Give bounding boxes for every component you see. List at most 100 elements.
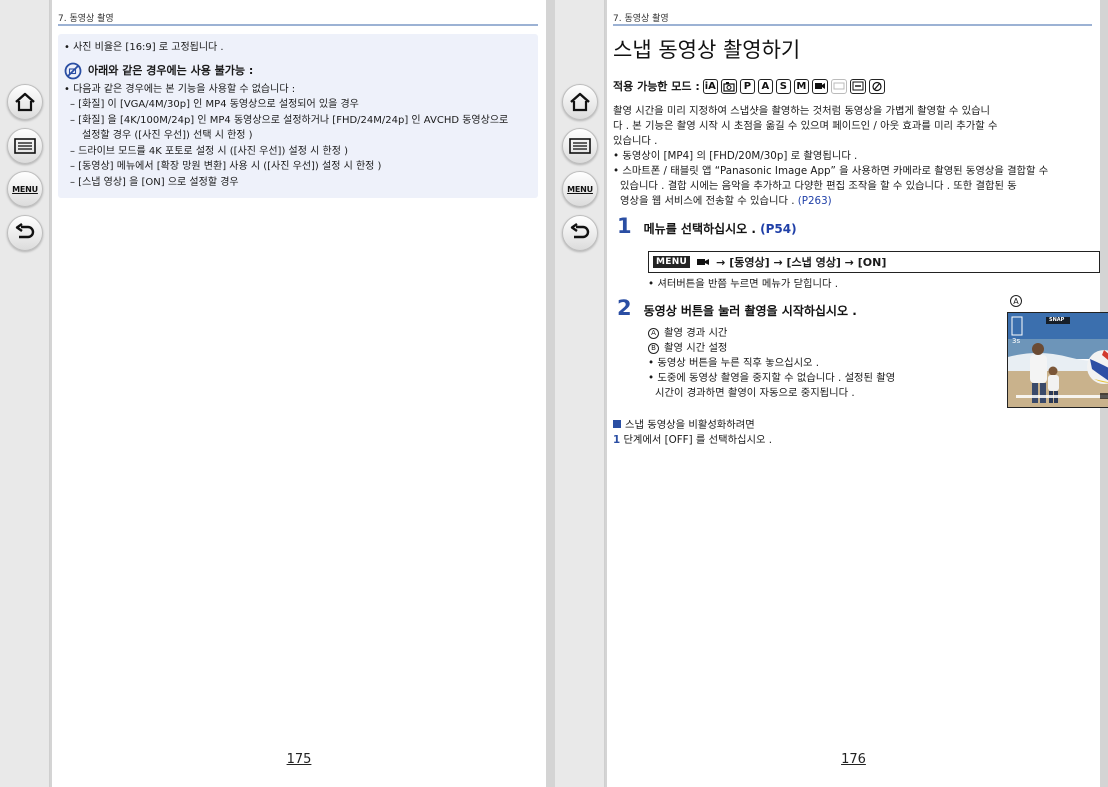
mode-scn-icon: [849, 78, 866, 94]
disable-step-number: 1: [613, 434, 621, 446]
note-line: • 동영상 버튼을 누른 직후 놓으십시오 .: [648, 357, 820, 369]
chapter-divider: [58, 24, 538, 26]
menu-path-box: MENU → [동영상] → [스냅 영상] → [ON]: [648, 251, 1100, 273]
prohibited-icon: [64, 62, 82, 79]
note-line: • 도중에 동영상 촬영을 중지할 수 없습니다 . 설정된 촬영: [648, 372, 896, 384]
mode-s-icon: S: [775, 78, 791, 94]
condition-item: – [동영상] 메뉴에서 [확장 망원 변환] 사용 시 ([사진 우선]) 설…: [70, 161, 382, 172]
home-icon: [570, 92, 590, 112]
condition-item: – [화질] 을 [4K/100M/24p] 인 MP4 동영상으로 설정하거나…: [70, 114, 509, 126]
disable-heading-text: 스냅 동영상을 비활성화하려면: [625, 419, 755, 431]
elapsed-time: 3s: [1012, 337, 1021, 345]
chapter-header: 7. 동영상 촬영: [613, 14, 669, 24]
menu-path: → [동영상] → [스냅 영상] → [ON]: [716, 256, 887, 269]
mode-p-icon: P: [739, 78, 755, 94]
intro-line: • 동영상이 [MP4] 의 [FHD/20M/30p] 로 촬영됩니다 .: [613, 150, 858, 162]
intro-line-with-link: 영상을 웹 서비스에 전송할 수 있습니다 . (P263): [613, 194, 1096, 209]
mode-creative-video-icon: [811, 78, 828, 94]
mode-creative-control-icon: [868, 78, 885, 94]
step1-note: • 셔터버튼을 반쯤 누르면 메뉴가 닫힙니다 .: [648, 277, 838, 292]
note-line: • 사진 비율은 [16:9] 로 고정됩니다 .: [64, 42, 224, 53]
legend-text: 촬영 시간 설정: [664, 342, 728, 354]
condition-item: – 드라이브 모드를 4K 포토로 설정 시 ([사진 우선]) 설정 시 한정…: [70, 145, 348, 157]
home-button[interactable]: [562, 84, 598, 120]
beach-photo: [1008, 313, 1108, 407]
legend-text: 촬영 경과 시간: [664, 327, 728, 339]
chapter-divider: [613, 24, 1092, 26]
square-bullet-icon: [613, 420, 621, 428]
menu-button[interactable]: MENU: [7, 171, 43, 207]
disable-step-text: 단계에서 [OFF] 를 선택하십시오 .: [623, 434, 773, 446]
video-menu-icon: [697, 259, 710, 265]
home-icon: [15, 92, 35, 112]
page-number[interactable]: 176: [607, 752, 1100, 767]
menu-tag: MENU: [653, 256, 691, 268]
step-1: 1 메뉴를 선택하십시오 . (P54): [617, 214, 797, 238]
page-176: 7. 동영상 촬영 스냅 동영상 촬영하기 적용 가능한 모드 : iA P A…: [607, 0, 1108, 787]
step-2: 2 동영상 버튼을 눌러 촬영을 시작하십시오 .: [617, 296, 857, 320]
step-text: 동영상 버튼을 눌러 촬영을 시작하십시오 .: [643, 304, 857, 318]
right-pane: MENU 7. 동영상 촬영 스냅 동영상 촬영하기 적용 가능한 모드 : i…: [555, 0, 1108, 787]
back-arrow-icon: [15, 223, 35, 239]
page-175: 7. 동영상 촬영 • 사진 비율은 [16:9] 로 고정됩니다 . 아래와 …: [52, 0, 546, 787]
nav-rail: MENU: [0, 0, 50, 787]
intro-line: • 스마트폰 / 태블릿 앱 “Panasonic Image App” 을 사…: [613, 165, 1049, 177]
callout-b-mark: B: [648, 343, 659, 354]
mode-custom-icon: [830, 78, 847, 94]
menu-button[interactable]: MENU: [562, 171, 598, 207]
page-link-p54[interactable]: (P54): [760, 222, 796, 236]
list-icon: [14, 138, 36, 154]
disable-step: 1 단계에서 [OFF] 를 선택하십시오 .: [613, 433, 772, 448]
intro-text: 촬영 시간을 미리 지정하여 스냅샷을 촬영하는 것처럼 동영상을 가볍게 촬영…: [613, 104, 1096, 209]
warning-title: 아래와 같은 경우에는 사용 불가능 :: [88, 63, 254, 77]
manual-spread: MENU 7. 동영상 촬영 • 사진 비율은 [16:9] 로 고정됩니다 .…: [0, 0, 1108, 787]
note-box: • 사진 비율은 [16:9] 로 고정됩니다 . 아래와 같은 경우에는 사용…: [58, 34, 538, 198]
back-button[interactable]: [7, 215, 43, 251]
note-line: • 셔터버튼을 반쯤 누르면 메뉴가 닫힙니다 .: [648, 278, 839, 290]
condition-item: – [스냅 영상] 을 [ON] 으로 설정할 경우: [70, 176, 239, 188]
condition-item: – [화질] 이 [VGA/4M/30p] 인 MP4 동영상으로 설정되어 있…: [70, 99, 359, 110]
list-icon: [569, 138, 591, 154]
step2-details: A 촬영 경과 시간 B 촬영 시간 설정 • 동영상 버튼을 누른 직후 놓으십시…: [648, 326, 895, 401]
back-button[interactable]: [562, 215, 598, 251]
modes-label: 적용 가능한 모드 :: [613, 80, 700, 93]
intro-line: 다 . 본 기능은 촬영 시작 시 초점을 옮길 수 있으며 페이드인 / 아웃…: [613, 120, 998, 132]
left-pane: MENU 7. 동영상 촬영 • 사진 비율은 [16:9] 로 고정됩니다 .…: [0, 0, 554, 787]
intro-line: 있습니다 .: [613, 135, 658, 147]
snap-movie-screen: SNAP 3s 4s: [1007, 312, 1108, 408]
intro-line: 촬영 시간을 미리 지정하여 스냅샷을 촬영하는 것처럼 동영상을 가볍게 촬영…: [613, 105, 991, 117]
condition-item: 설정할 경우 ([사진 우선]) 선택 시 한정 ): [82, 130, 253, 141]
toc-button[interactable]: [562, 128, 598, 164]
mode-a-icon: A: [757, 78, 773, 94]
step-number: 1: [617, 214, 632, 238]
disable-heading: 스냅 동영상을 비활성화하려면: [613, 418, 772, 433]
page-link-p263[interactable]: (P263): [798, 195, 832, 207]
intro-line: 영상을 웹 서비스에 전송할 수 있습니다 .: [620, 195, 795, 207]
callout-a: A: [1010, 295, 1022, 307]
legend-item-b: B 촬영 시간 설정: [648, 341, 895, 356]
callout-a-mark: A: [648, 328, 659, 339]
disable-section: 스냅 동영상을 비활성화하려면 1 단계에서 [OFF] 를 선택하십시오 .: [613, 418, 772, 448]
page-number[interactable]: 175: [52, 752, 546, 767]
chapter-header: 7. 동영상 촬영: [58, 14, 114, 24]
toc-button[interactable]: [7, 128, 43, 164]
step-text: 메뉴를 선택하십시오 . (P54): [644, 220, 797, 237]
mode-ia-plus-icon: [720, 78, 737, 94]
step-number: 2: [617, 296, 632, 320]
legend-item-a: A 촬영 경과 시간: [648, 326, 895, 341]
page-title: 스냅 동영상 촬영하기: [613, 38, 801, 62]
nav-rail: MENU: [555, 0, 605, 787]
note-line: 시간이 경과하면 촬영이 자동으로 중지됩니다 .: [655, 387, 855, 399]
snap-badge: SNAP: [1049, 317, 1065, 323]
back-arrow-icon: [570, 223, 590, 239]
step-text-body: 메뉴를 선택하십시오 .: [643, 222, 756, 236]
menu-label: MENU: [12, 184, 38, 194]
applicable-modes: 적용 가능한 모드 : iA P A S M: [613, 78, 885, 94]
mode-m-icon: M: [793, 78, 809, 94]
mode-ia-icon: iA: [702, 78, 718, 94]
intro-line: 있습니다 . 결합 시에는 음악을 추가하고 다양한 편집 조작을 할 수 있습…: [620, 180, 1017, 192]
warning-intro: • 다음과 같은 경우에는 본 기능을 사용할 수 없습니다 :: [64, 83, 296, 95]
warning-heading: 아래와 같은 경우에는 사용 불가능 :: [64, 62, 532, 80]
home-button[interactable]: [7, 84, 43, 120]
menu-label: MENU: [567, 184, 593, 194]
